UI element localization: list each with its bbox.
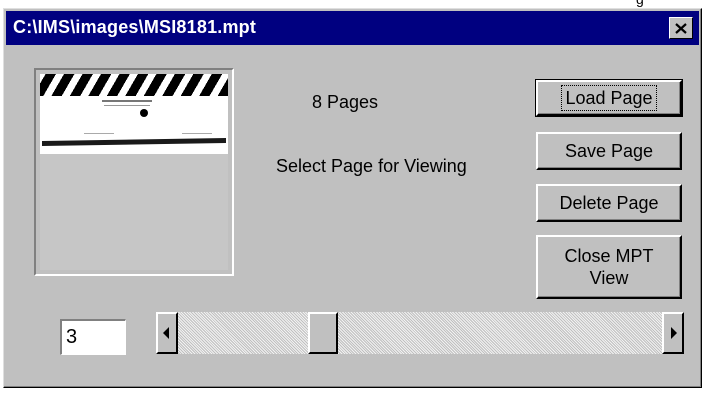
load-page-label: Load Page xyxy=(561,85,657,111)
delete-page-button[interactable]: Delete Page xyxy=(536,184,682,222)
document-preview-icon xyxy=(42,100,226,146)
close-mpt-view-label: Close MPT View xyxy=(564,246,654,288)
page-thumbnail[interactable] xyxy=(34,68,234,276)
window-title: C:\IMS\images\MSI8181.mpt xyxy=(13,17,257,37)
close-mpt-view-button[interactable]: Close MPT View xyxy=(536,235,682,299)
scroll-left-arrow-icon[interactable] xyxy=(156,312,178,354)
scroll-right-arrow-icon[interactable] xyxy=(662,312,684,354)
page-number-field[interactable] xyxy=(60,319,126,355)
scroll-thumb[interactable] xyxy=(307,312,338,354)
save-page-label: Save Page xyxy=(564,141,654,161)
load-page-button[interactable]: Load Page xyxy=(535,79,683,117)
select-page-label: Select Page for Viewing xyxy=(276,156,467,176)
thumbnail-image xyxy=(40,74,228,270)
close-icon[interactable] xyxy=(669,17,693,39)
title-bar[interactable]: C:\IMS\images\MSI8181.mpt xyxy=(6,11,699,45)
save-page-button[interactable]: Save Page xyxy=(536,132,682,170)
corner-fragment-text: g xyxy=(636,0,644,7)
page-scrollbar[interactable] xyxy=(156,312,684,354)
delete-page-label: Delete Page xyxy=(559,193,659,213)
page-count-label: 8 Pages xyxy=(312,92,379,112)
thumbnail-blank-area xyxy=(40,154,228,270)
mpt-viewer-dialog: C:\IMS\images\MSI8181.mpt 8 Pages Select… xyxy=(3,8,702,388)
